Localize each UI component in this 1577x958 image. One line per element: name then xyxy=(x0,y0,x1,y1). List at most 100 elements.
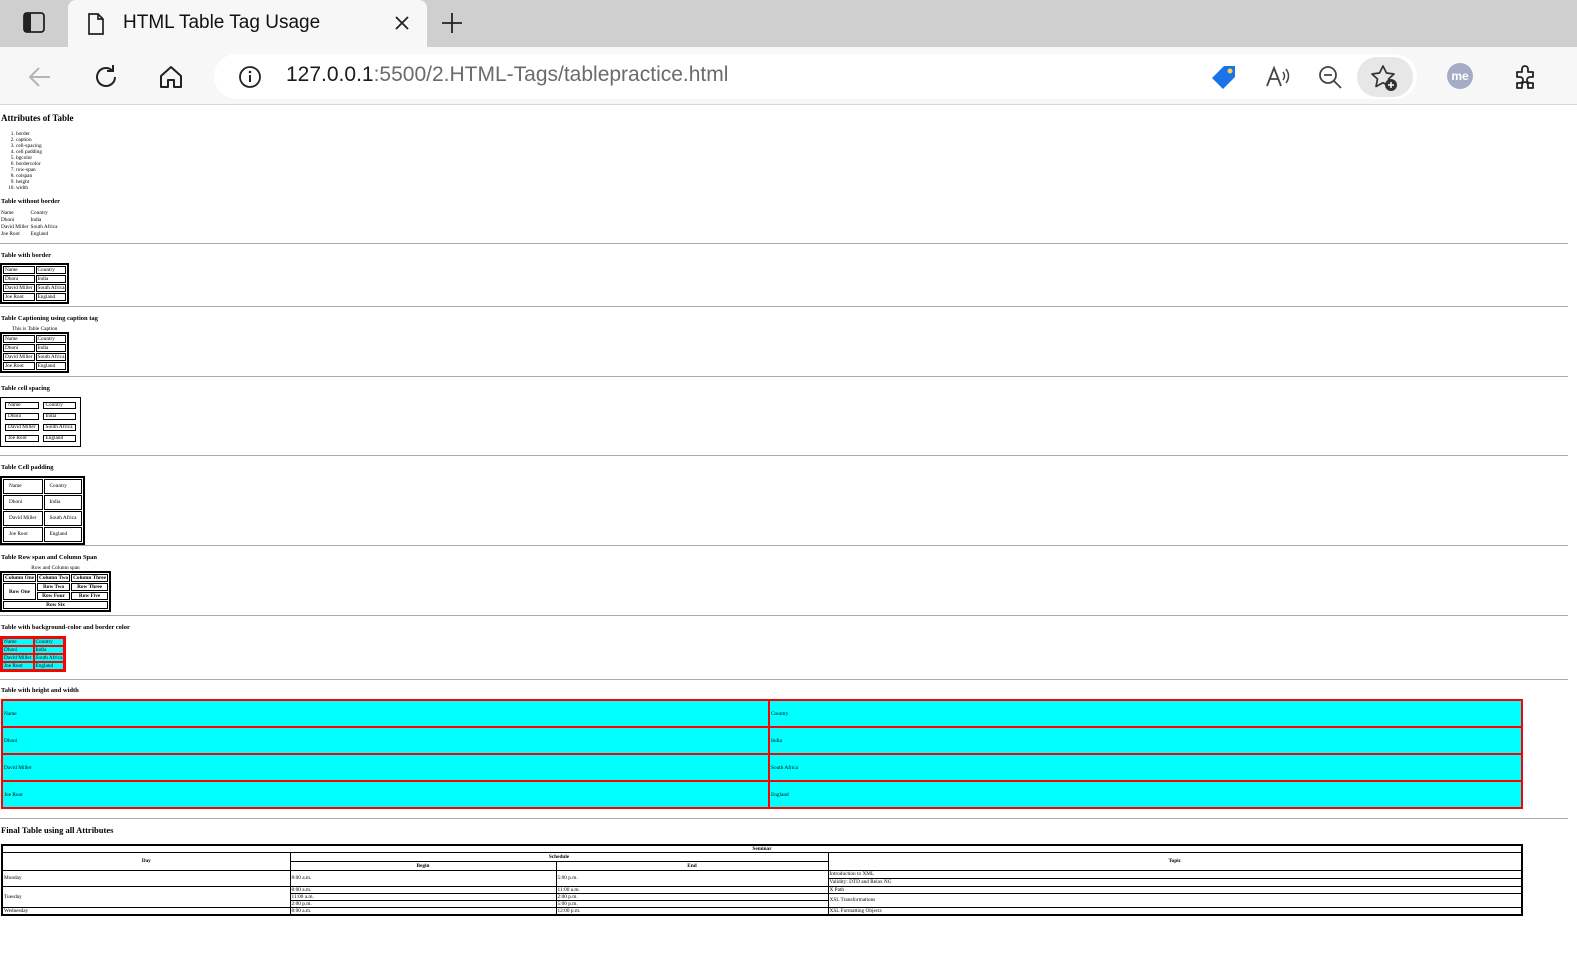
section-heading: Table with border xyxy=(1,252,51,259)
table-cell: England xyxy=(768,780,1523,810)
site-info-icon[interactable] xyxy=(238,65,262,94)
table-cell: David Miller xyxy=(1,224,29,231)
table-cell: Name xyxy=(3,479,43,495)
table-cell: David Miller xyxy=(3,353,35,362)
table-cell: England xyxy=(43,527,83,543)
home-icon[interactable] xyxy=(157,63,185,96)
table-cell: India xyxy=(42,413,76,421)
table-cell: Country xyxy=(35,266,67,275)
table-cell: David Miller xyxy=(3,511,43,527)
table-cell: Wednesday xyxy=(1,906,291,916)
table-cell: Dhoni xyxy=(1,217,15,224)
list-item: width xyxy=(16,185,42,191)
divider xyxy=(0,545,1568,546)
table-cell: David Miller xyxy=(2,654,34,663)
section-heading: Final Table using all Attributes xyxy=(1,825,114,835)
browser-toolbar: 127.0.0.1:5500/2.HTML-Tags/tablepractice… xyxy=(0,47,1577,105)
table-cell: Name xyxy=(2,638,34,647)
table-cell: South Africa xyxy=(43,511,83,527)
table-cell: Joe Root xyxy=(5,435,39,443)
table-cell: 2:00 p.m. xyxy=(555,892,829,901)
refresh-icon[interactable] xyxy=(92,63,120,96)
close-tab-icon[interactable] xyxy=(393,14,411,37)
table-cell: Dhoni xyxy=(1,726,770,756)
table-cell: 5:00 p.m. xyxy=(555,869,829,887)
table-cell: 12:00 p.m. xyxy=(555,906,829,916)
table-cell: South Africa xyxy=(35,284,67,293)
tab-title: HTML Table Tag Usage xyxy=(123,12,321,33)
table-cell: Row Three xyxy=(71,583,109,592)
section-no-border: Table without border Name Country Dhoni In… xyxy=(0,198,1568,238)
address-bar[interactable]: 127.0.0.1:5500/2.HTML-Tags/tablepractice… xyxy=(214,54,1417,99)
section-bgcolor: Table with background-color and border c… xyxy=(0,624,1568,673)
table-cell: 11:00 a.m. xyxy=(289,892,557,901)
read-aloud-icon[interactable] xyxy=(1264,64,1292,95)
players-table-border: Name Country Dhoni India David Miller South… xyxy=(0,263,70,305)
table-cell: Joe Root xyxy=(3,293,35,302)
players-table-sized: Name Country Dhoni India David Miller South… xyxy=(1,699,1523,810)
add-favorite-button[interactable] xyxy=(1357,57,1413,97)
section-padding: Table Cell padding Name Country Dhoni Indi… xyxy=(0,464,1568,546)
table-cell: Joe Root xyxy=(3,527,43,543)
table-cell: South Africa xyxy=(768,753,1523,783)
table-cell: Row Five xyxy=(71,592,109,601)
table-cell: England xyxy=(42,435,76,443)
table-cell: India xyxy=(35,275,67,284)
seminar-table: Seminar Day Schedule Topic Begin End Mon… xyxy=(1,843,1523,916)
table-caption: Row and Column span xyxy=(31,565,80,572)
table-caption: This is Table Caption xyxy=(12,326,58,333)
section-heading: Table without border xyxy=(1,198,60,205)
table-cell: Dhoni xyxy=(5,413,39,421)
table-cell: South Africa xyxy=(35,353,67,362)
players-table-spacing: Name Country Dhoni India David Miller South… xyxy=(0,397,81,448)
profile-avatar[interactable]: me xyxy=(1447,63,1473,89)
zoom-out-icon[interactable] xyxy=(1317,64,1343,95)
players-table-plain: Name Country Dhoni India David Miller South… xyxy=(0,210,58,238)
table-cell: Monday xyxy=(1,869,291,887)
table-cell: David Miller xyxy=(3,284,35,293)
table-cell: X Path xyxy=(827,885,1523,894)
section-heading: Table Row span and Column Span xyxy=(1,554,98,561)
table-header: Column One xyxy=(3,574,36,583)
table-cell: Validity: DTD and Relax NG xyxy=(827,877,1523,887)
table-cell: South Africa xyxy=(30,224,58,231)
section-border: Table with border Name Country Dhoni India… xyxy=(0,252,1568,305)
table-cell: 2:00 p.m. xyxy=(289,899,557,908)
attribute-list: border caption cell-spacing cell padding… xyxy=(9,131,42,191)
table-header: Seminar xyxy=(1,844,1523,853)
table-cell: 11:00 a.m. xyxy=(555,885,829,894)
divider xyxy=(0,243,1568,244)
url-text[interactable]: 127.0.0.1:5500/2.HTML-Tags/tablepractice… xyxy=(286,63,728,87)
table-header: Day xyxy=(1,851,291,871)
table-cell: Name xyxy=(1,699,770,729)
table-cell: Country xyxy=(43,479,83,495)
table-cell: India xyxy=(768,726,1523,756)
table-header: Schedule xyxy=(289,851,829,862)
extensions-icon[interactable] xyxy=(1512,63,1540,96)
players-table-padding: Name Country Dhoni India David Miller South… xyxy=(0,476,86,546)
shopping-tag-icon[interactable] xyxy=(1210,64,1238,95)
new-tab-icon[interactable] xyxy=(440,11,464,40)
back-icon[interactable] xyxy=(26,63,54,96)
table-cell: Country xyxy=(35,335,67,344)
section-span: Table Row span and Column Span Row and C… xyxy=(0,554,1568,613)
table-cell: Row Two xyxy=(37,583,71,592)
table-cell: Joe Root xyxy=(1,231,20,238)
table-cell: Dhoni xyxy=(3,495,43,511)
table-cell: England xyxy=(33,662,65,671)
table-header: Column Two xyxy=(37,574,71,583)
tab-strip: HTML Table Tag Usage xyxy=(0,0,1577,47)
active-tab[interactable]: HTML Table Tag Usage xyxy=(68,0,427,47)
section-spacing: Table cell spacing Name Country Dhoni Indi… xyxy=(0,385,1568,448)
table-cell: Dhoni xyxy=(3,275,35,284)
table-cell: Name xyxy=(5,402,39,410)
table-cell: Row Four xyxy=(37,592,71,601)
tab-actions-icon[interactable] xyxy=(14,10,54,38)
table-cell: 5:00 p.m. xyxy=(555,899,829,908)
table-cell: India xyxy=(35,344,67,353)
table-header: Begin xyxy=(289,860,557,871)
table-cell: Dhoni xyxy=(2,646,34,655)
divider xyxy=(0,306,1568,307)
section-heading: Table with height and width xyxy=(1,687,79,694)
table-cell: England xyxy=(35,362,67,371)
